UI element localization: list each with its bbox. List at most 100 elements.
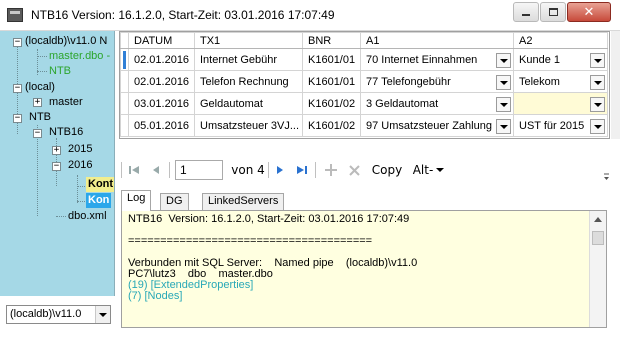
cell-datum[interactable]: 03.01.2016	[128, 92, 195, 115]
last-record-icon[interactable]	[295, 162, 309, 178]
table-row[interactable]: 02.01.2016 Telefon Rechnung K1601/01 77 …	[120, 70, 608, 93]
column-header-bnr[interactable]: BNR	[302, 32, 361, 49]
current-row-marker	[123, 51, 126, 69]
cell-a1[interactable]: 97 Umsatzsteuer Zahlung	[360, 114, 514, 137]
add-record-icon[interactable]	[323, 162, 339, 178]
minimize-icon	[522, 14, 530, 16]
delete-record-icon[interactable]	[346, 162, 362, 178]
cell-bnr[interactable]: K1601/01	[302, 70, 361, 93]
grid-header-row: DATUM TX1 BNR A1 A2	[120, 32, 608, 49]
tab-linked-servers[interactable]: LinkedServers	[202, 193, 285, 210]
close-button[interactable]: ✕	[567, 2, 611, 22]
cell-datum[interactable]: 02.01.2016	[128, 70, 195, 93]
cell-a1[interactable]: 77 Telefongebühr	[360, 70, 514, 93]
tree-node-2016[interactable]: 2016	[68, 158, 92, 173]
cell-tx1[interactable]: Umsatzsteuer 3VJ...	[194, 114, 303, 137]
chevron-down-icon[interactable]	[435, 162, 445, 178]
cell-bnr[interactable]: K1601/01	[302, 48, 361, 71]
log-textbox[interactable]: NTB16 Version: 16.1.2.0, Start-Zeit: 03.…	[121, 210, 607, 328]
cell-a2[interactable]: Kunde 1	[513, 48, 608, 71]
chevron-down-icon[interactable]	[496, 97, 511, 112]
column-header-tx1[interactable]: TX1	[194, 32, 303, 49]
tree-node-2015[interactable]: 2015	[68, 142, 92, 157]
cell-bnr[interactable]: K1601/02	[302, 92, 361, 115]
title-bar: NTB16 Version: 16.1.2.0, Start-Zeit: 03.…	[0, 0, 620, 31]
log-line: (7) [Nodes]	[128, 290, 183, 302]
column-header-a1[interactable]: A1	[360, 32, 514, 49]
maximize-button[interactable]	[540, 2, 566, 22]
collapse-icon[interactable]: −	[13, 38, 22, 47]
cell-bnr[interactable]: K1601/02	[302, 114, 361, 137]
collapse-icon[interactable]: −	[52, 162, 61, 171]
chevron-down-icon[interactable]	[496, 53, 511, 68]
cell-a1[interactable]: 70 Internet Einnahmen	[360, 48, 514, 71]
tab-dg[interactable]: DG	[160, 193, 189, 210]
first-record-icon[interactable]	[127, 162, 141, 178]
tree-node-ntb-linked[interactable]: NTB	[49, 64, 71, 79]
previous-record-icon[interactable]	[149, 162, 163, 178]
table-row[interactable]: 03.01.2016 Geldautomat K1601/02 3 Geldau…	[120, 92, 608, 115]
row-header[interactable]	[120, 48, 129, 71]
tree-node-dbo-xml[interactable]: dbo.xml	[68, 209, 107, 224]
cell-tx1[interactable]: Internet Gebühr	[194, 48, 303, 71]
tree-node-konto-2[interactable]: Kon	[86, 193, 112, 208]
minimize-button[interactable]	[513, 2, 539, 22]
column-header-datum[interactable]: DATUM	[128, 32, 195, 49]
server-combobox[interactable]: (localdb)\v11.0	[6, 305, 111, 324]
cell-a2-value: Telekom	[519, 75, 560, 88]
chevron-down-icon[interactable]	[590, 75, 605, 90]
log-scrollbar[interactable]	[589, 211, 606, 327]
table-row[interactable]: 05.01.2016 Umsatzsteuer 3VJ... K1601/02 …	[120, 114, 608, 137]
maximize-icon	[548, 8, 558, 16]
row-header[interactable]	[120, 70, 129, 93]
table-row[interactable]: 02.01.2016 Internet Gebühr K1601/01 70 I…	[120, 48, 608, 71]
close-icon: ✕	[583, 4, 595, 20]
collapse-icon[interactable]: −	[13, 84, 22, 93]
scroll-thumb[interactable]	[592, 231, 604, 245]
overflow-chevron-icon[interactable]	[602, 167, 611, 183]
next-record-icon[interactable]	[273, 162, 287, 178]
log-line: NTB16 Version: 16.1.2.0, Start-Zeit: 03.…	[128, 213, 410, 225]
tree-node-master-dbo[interactable]: master.dbo -	[49, 49, 110, 64]
expand-icon[interactable]: +	[52, 146, 61, 155]
chevron-down-icon[interactable]	[590, 119, 605, 134]
cell-a1[interactable]: 3 Geldautomat	[360, 92, 514, 115]
server-combobox-value: (localdb)\v11.0	[10, 308, 82, 320]
row-header[interactable]	[120, 114, 129, 137]
cell-tx1[interactable]: Geldautomat	[194, 92, 303, 115]
cell-datum[interactable]: 05.01.2016	[128, 114, 195, 137]
database-tree[interactable]: − (localdb)\v11.0 N master.dbo - NTB − (…	[0, 31, 115, 296]
tree-node-local[interactable]: (local)	[25, 80, 55, 95]
alt-dropdown-button[interactable]: Alt-	[411, 162, 435, 178]
tab-log[interactable]: Log	[121, 190, 152, 211]
chevron-down-icon[interactable]	[496, 119, 511, 134]
chevron-down-icon[interactable]	[95, 306, 110, 323]
tree-node-ntb[interactable]: NTB	[29, 110, 51, 125]
cell-a2[interactable]: Telekom	[513, 70, 608, 93]
row-header-corner	[120, 32, 129, 49]
collapse-icon[interactable]: −	[33, 129, 42, 138]
cell-a1-value: 77 Telefongebühr	[366, 75, 451, 88]
cell-a2[interactable]: UST für 2015	[513, 114, 608, 137]
grid-scrollbar[interactable]	[611, 31, 620, 139]
scroll-up-icon[interactable]	[594, 217, 602, 222]
log-line: (19) [ExtendedProperties]	[128, 279, 254, 291]
row-header[interactable]	[120, 92, 129, 115]
cell-tx1[interactable]: Telefon Rechnung	[194, 70, 303, 93]
tree-node-ntb16[interactable]: NTB16	[49, 125, 83, 140]
column-header-a2[interactable]: A2	[513, 32, 608, 49]
tree-node-localdb[interactable]: (localdb)\v11.0 N	[25, 34, 107, 49]
tree-node-konto-1[interactable]: Kont	[86, 177, 114, 192]
log-line: ======================================	[128, 235, 373, 247]
chevron-down-icon[interactable]	[590, 97, 605, 112]
copy-button[interactable]: Copy	[371, 162, 403, 178]
tree-node-master[interactable]: master	[49, 95, 83, 110]
page-number-input[interactable]: 1	[175, 160, 223, 180]
collapse-icon[interactable]: −	[13, 114, 22, 123]
expand-icon[interactable]: +	[33, 98, 42, 107]
cell-datum[interactable]: 02.01.2016	[128, 48, 195, 71]
chevron-down-icon[interactable]	[590, 53, 605, 68]
cell-a2[interactable]	[513, 92, 608, 115]
data-grid[interactable]: DATUM TX1 BNR A1 A2 02.01.2016 Internet …	[119, 31, 610, 139]
chevron-down-icon[interactable]	[496, 75, 511, 90]
